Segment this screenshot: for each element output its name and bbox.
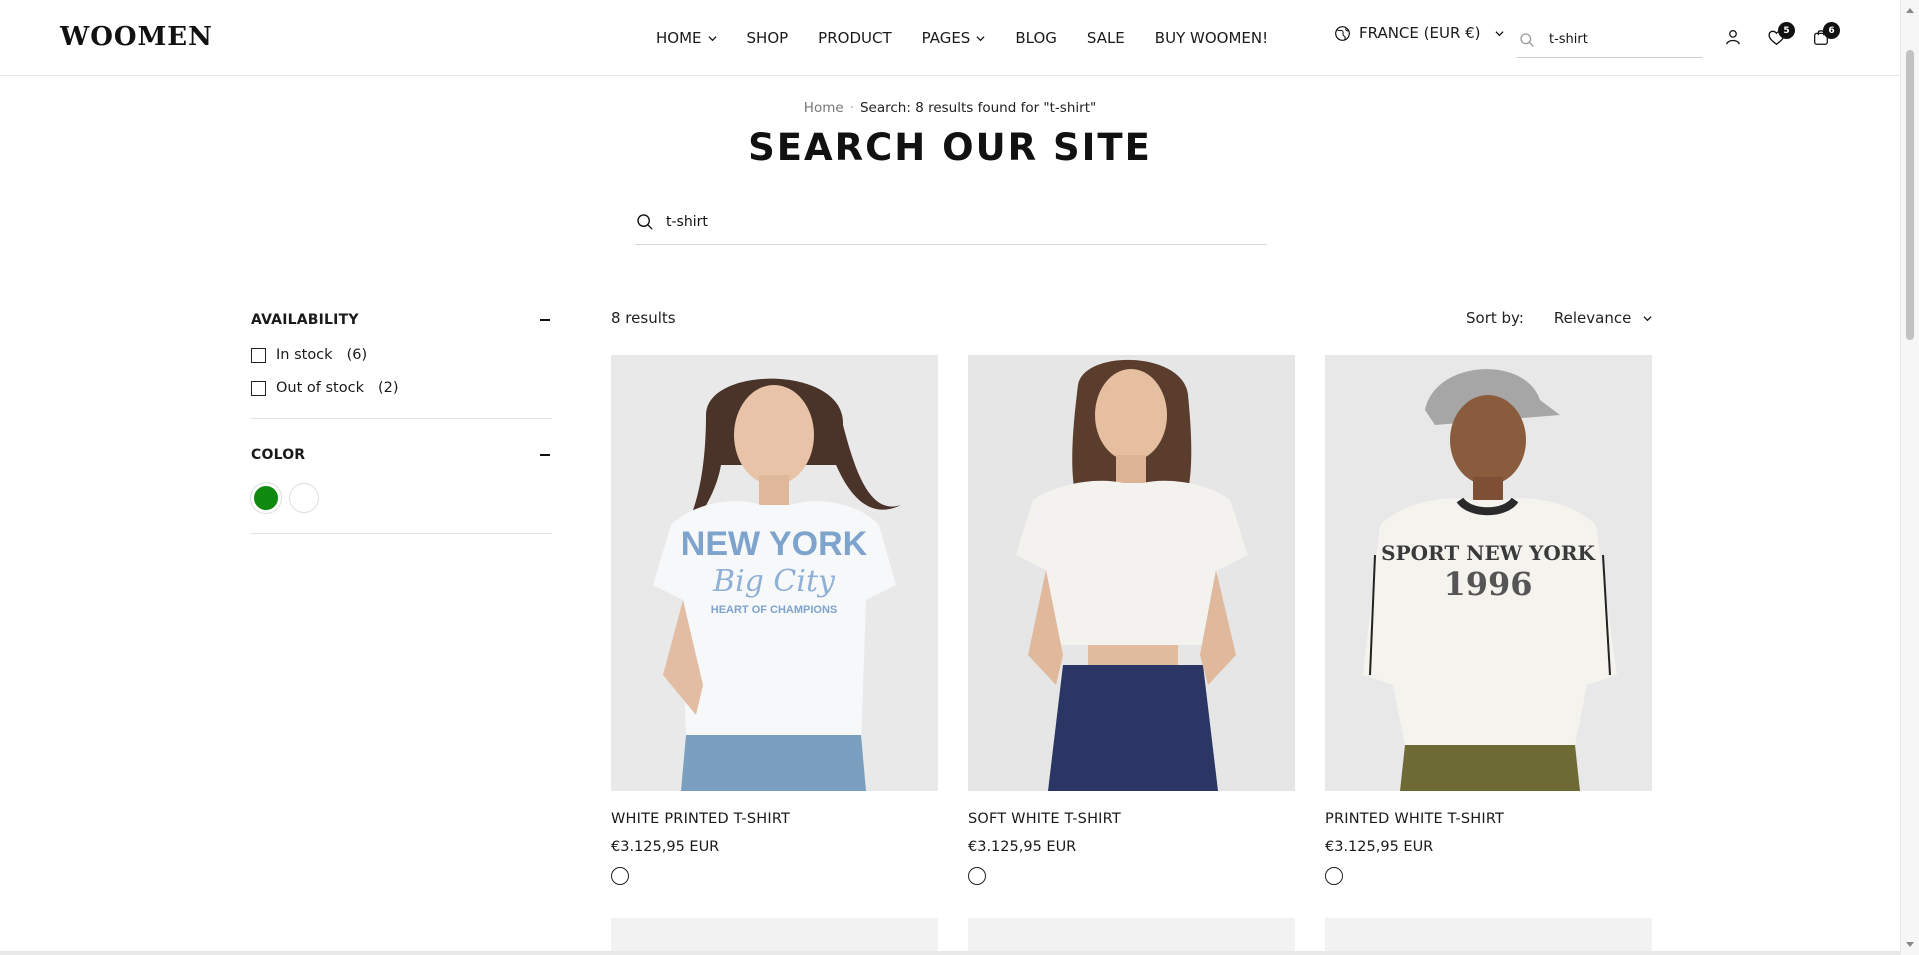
nav-item-buy-woomen[interactable]: BUY WOOMEN! <box>1155 29 1268 47</box>
results-count: 8 results <box>611 309 676 327</box>
product-name[interactable]: PRINTED WHITE T-SHIRT <box>1325 811 1652 827</box>
header-search-input[interactable] <box>1549 32 1689 47</box>
sort-dropdown[interactable]: Relevance <box>1554 309 1652 327</box>
product-name[interactable]: WHITE PRINTED T-SHIRT <box>611 811 938 827</box>
product-price: €3.125,95 EUR <box>611 839 720 855</box>
horizontal-scrollbar <box>0 951 1900 955</box>
chevron-down-icon <box>1495 30 1504 36</box>
filter-title: AVAILABILITY <box>251 312 359 328</box>
tee-print-subtext: HEART OF CHAMPIONS <box>711 604 838 616</box>
scroll-down-arrow-icon[interactable] <box>1906 942 1914 947</box>
filters-sidebar: AVAILABILITY In stock (6) Out of stock (… <box>251 296 552 534</box>
product-image-placeholder[interactable] <box>968 918 1295 955</box>
color-swatches <box>251 483 552 513</box>
search-icon[interactable] <box>636 213 654 231</box>
main-search-bar <box>636 200 1267 245</box>
chevron-down-icon <box>1643 315 1652 321</box>
search-icon[interactable] <box>1519 32 1535 48</box>
tee-print-script: Big City <box>712 564 836 599</box>
user-icon <box>1726 29 1740 45</box>
locale-label: FRANCE (EUR €) <box>1359 24 1481 42</box>
filter-option-label: Out of stock <box>276 380 364 396</box>
wishlist-count-badge: 5 <box>1778 22 1795 39</box>
product-image-placeholder[interactable] <box>1325 918 1652 955</box>
product-card[interactable]: NEW YORK Big City HEART OF CHAMPIONS WHI… <box>611 355 938 885</box>
globe-icon <box>1335 25 1350 41</box>
breadcrumb-home-link[interactable]: Home <box>804 100 844 116</box>
filter-group-availability: AVAILABILITY In stock (6) Out of stock (… <box>251 296 552 419</box>
product-grid-next-row <box>611 918 1652 955</box>
header-search <box>1517 22 1702 58</box>
filter-title: COLOR <box>251 447 306 463</box>
tee-print-text: SPORT NEW YORK <box>1381 541 1595 565</box>
product-card[interactable]: SOFT WHITE T-SHIRT €3.125,95 EUR <box>968 355 1295 885</box>
vertical-scrollbar[interactable] <box>1900 0 1919 955</box>
tee-print-text: NEW YORK <box>681 525 868 563</box>
wishlist-button[interactable]: 5 <box>1767 22 1795 48</box>
nav-item-product[interactable]: PRODUCT <box>818 29 891 47</box>
filter-group-color: COLOR <box>251 419 552 534</box>
site-header: WOOMEN HOME SHOP PRODUCT PAGES BLOG SALE… <box>0 0 1900 76</box>
breadcrumb-separator: · <box>849 100 854 116</box>
product-photo-woman-cropped-tee <box>968 355 1295 791</box>
product-image[interactable]: SPORT NEW YORK 1996 <box>1325 355 1652 791</box>
product-color-option[interactable] <box>968 867 986 885</box>
chevron-down-icon <box>976 35 985 41</box>
nav-item-home[interactable]: HOME <box>656 29 717 47</box>
nav-label: PRODUCT <box>818 29 892 47</box>
breadcrumb-current: Search: 8 results found for "t-shirt" <box>859 100 1097 116</box>
nav-label: SHOP <box>746 29 789 47</box>
color-swatch-white[interactable] <box>289 483 319 513</box>
cart-count-badge: 6 <box>1823 22 1840 39</box>
nav-item-pages[interactable]: PAGES <box>922 29 986 47</box>
tee-print-year: 1996 <box>1443 565 1532 603</box>
collapse-minus-icon <box>540 454 550 456</box>
filter-option-count: (2) <box>377 380 399 396</box>
filter-option-label: In stock <box>276 347 333 363</box>
sort-control: Sort by: Relevance <box>1466 309 1652 327</box>
sort-label: Sort by: <box>1466 309 1524 327</box>
filter-option-out-of-stock[interactable]: Out of stock (2) <box>251 378 552 398</box>
nav-label: SALE <box>1086 29 1125 47</box>
filter-color-toggle[interactable]: COLOR <box>251 443 552 467</box>
nav-label: PAGES <box>921 29 971 47</box>
product-name[interactable]: SOFT WHITE T-SHIRT <box>968 811 1295 827</box>
nav-item-sale[interactable]: SALE <box>1087 29 1125 47</box>
product-image-placeholder[interactable] <box>611 918 938 955</box>
product-grid: NEW YORK Big City HEART OF CHAMPIONS WHI… <box>611 355 1652 885</box>
breadcrumb: Home · Search: 8 results found for "t-shir… <box>0 100 1900 116</box>
product-color-option[interactable] <box>611 867 629 885</box>
product-photo-woman-sport-tee: SPORT NEW YORK 1996 <box>1325 355 1652 791</box>
product-image[interactable] <box>968 355 1295 791</box>
product-image[interactable]: NEW YORK Big City HEART OF CHAMPIONS <box>611 355 938 791</box>
chevron-down-icon <box>707 35 717 41</box>
page-title: SEARCH OUR SITE <box>748 126 1152 169</box>
scroll-up-arrow-icon[interactable] <box>1906 8 1914 13</box>
nav-item-shop[interactable]: SHOP <box>747 29 789 47</box>
site-logo[interactable]: WOOMEN <box>60 22 213 52</box>
scroll-thumb[interactable] <box>1906 50 1914 340</box>
nav-label: HOME <box>656 29 702 47</box>
product-card[interactable]: SPORT NEW YORK 1996 PRINTED WHITE T-SHIR… <box>1325 355 1652 885</box>
checkbox[interactable] <box>251 347 266 363</box>
product-color-option[interactable] <box>1325 867 1343 885</box>
color-swatch-green[interactable] <box>251 483 281 513</box>
product-price: €3.125,95 EUR <box>968 839 1077 855</box>
cart-button[interactable]: 6 <box>1812 22 1840 48</box>
nav-label: BLOG <box>1015 29 1057 47</box>
main-search-input[interactable] <box>666 214 1226 230</box>
nav-label: BUY WOOMEN! <box>1154 29 1269 47</box>
account-button[interactable] <box>1724 28 1744 48</box>
checkbox[interactable] <box>251 380 266 396</box>
collapse-minus-icon <box>540 319 550 321</box>
filter-option-in-stock[interactable]: In stock (6) <box>251 345 552 365</box>
filter-option-count: (6) <box>346 347 368 363</box>
locale-selector[interactable]: FRANCE (EUR €) <box>1334 24 1504 42</box>
main-nav: HOME SHOP PRODUCT PAGES BLOG SALE BUY WO… <box>656 0 1268 76</box>
product-price: €3.125,95 EUR <box>1325 839 1434 855</box>
sort-value: Relevance <box>1553 309 1632 327</box>
filter-availability-toggle[interactable]: AVAILABILITY <box>251 308 552 332</box>
product-photo-woman-white-tee: NEW YORK Big City HEART OF CHAMPIONS <box>611 355 938 791</box>
nav-item-blog[interactable]: BLOG <box>1015 29 1057 47</box>
